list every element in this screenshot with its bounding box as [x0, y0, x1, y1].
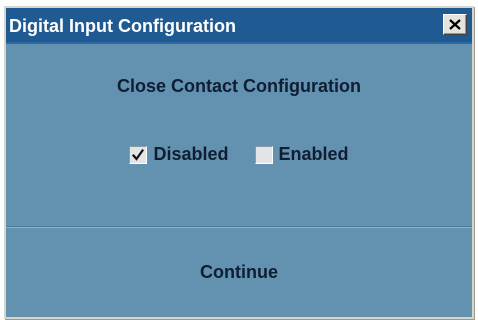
continue-button[interactable]: Continue: [6, 228, 472, 317]
contact-options: Disabled Enabled: [6, 144, 472, 165]
dialog-window: Digital Input Configuration Close Contac…: [4, 6, 474, 319]
enabled-label: Enabled: [278, 144, 349, 164]
enabled-option[interactable]: Enabled: [254, 144, 349, 165]
disabled-label: Disabled: [153, 144, 229, 164]
enabled-checkbox[interactable]: [254, 145, 273, 164]
continue-label: Continue: [200, 262, 278, 282]
window-title: Digital Input Configuration: [9, 16, 236, 36]
close-x-icon: [449, 19, 461, 30]
section-heading: Close Contact Configuration: [117, 76, 361, 96]
checkmark-icon: [132, 148, 145, 161]
title-bar[interactable]: Digital Input Configuration: [6, 8, 472, 44]
disabled-checkbox[interactable]: [129, 145, 148, 164]
disabled-option[interactable]: Disabled: [129, 144, 229, 165]
close-button[interactable]: [443, 14, 467, 35]
